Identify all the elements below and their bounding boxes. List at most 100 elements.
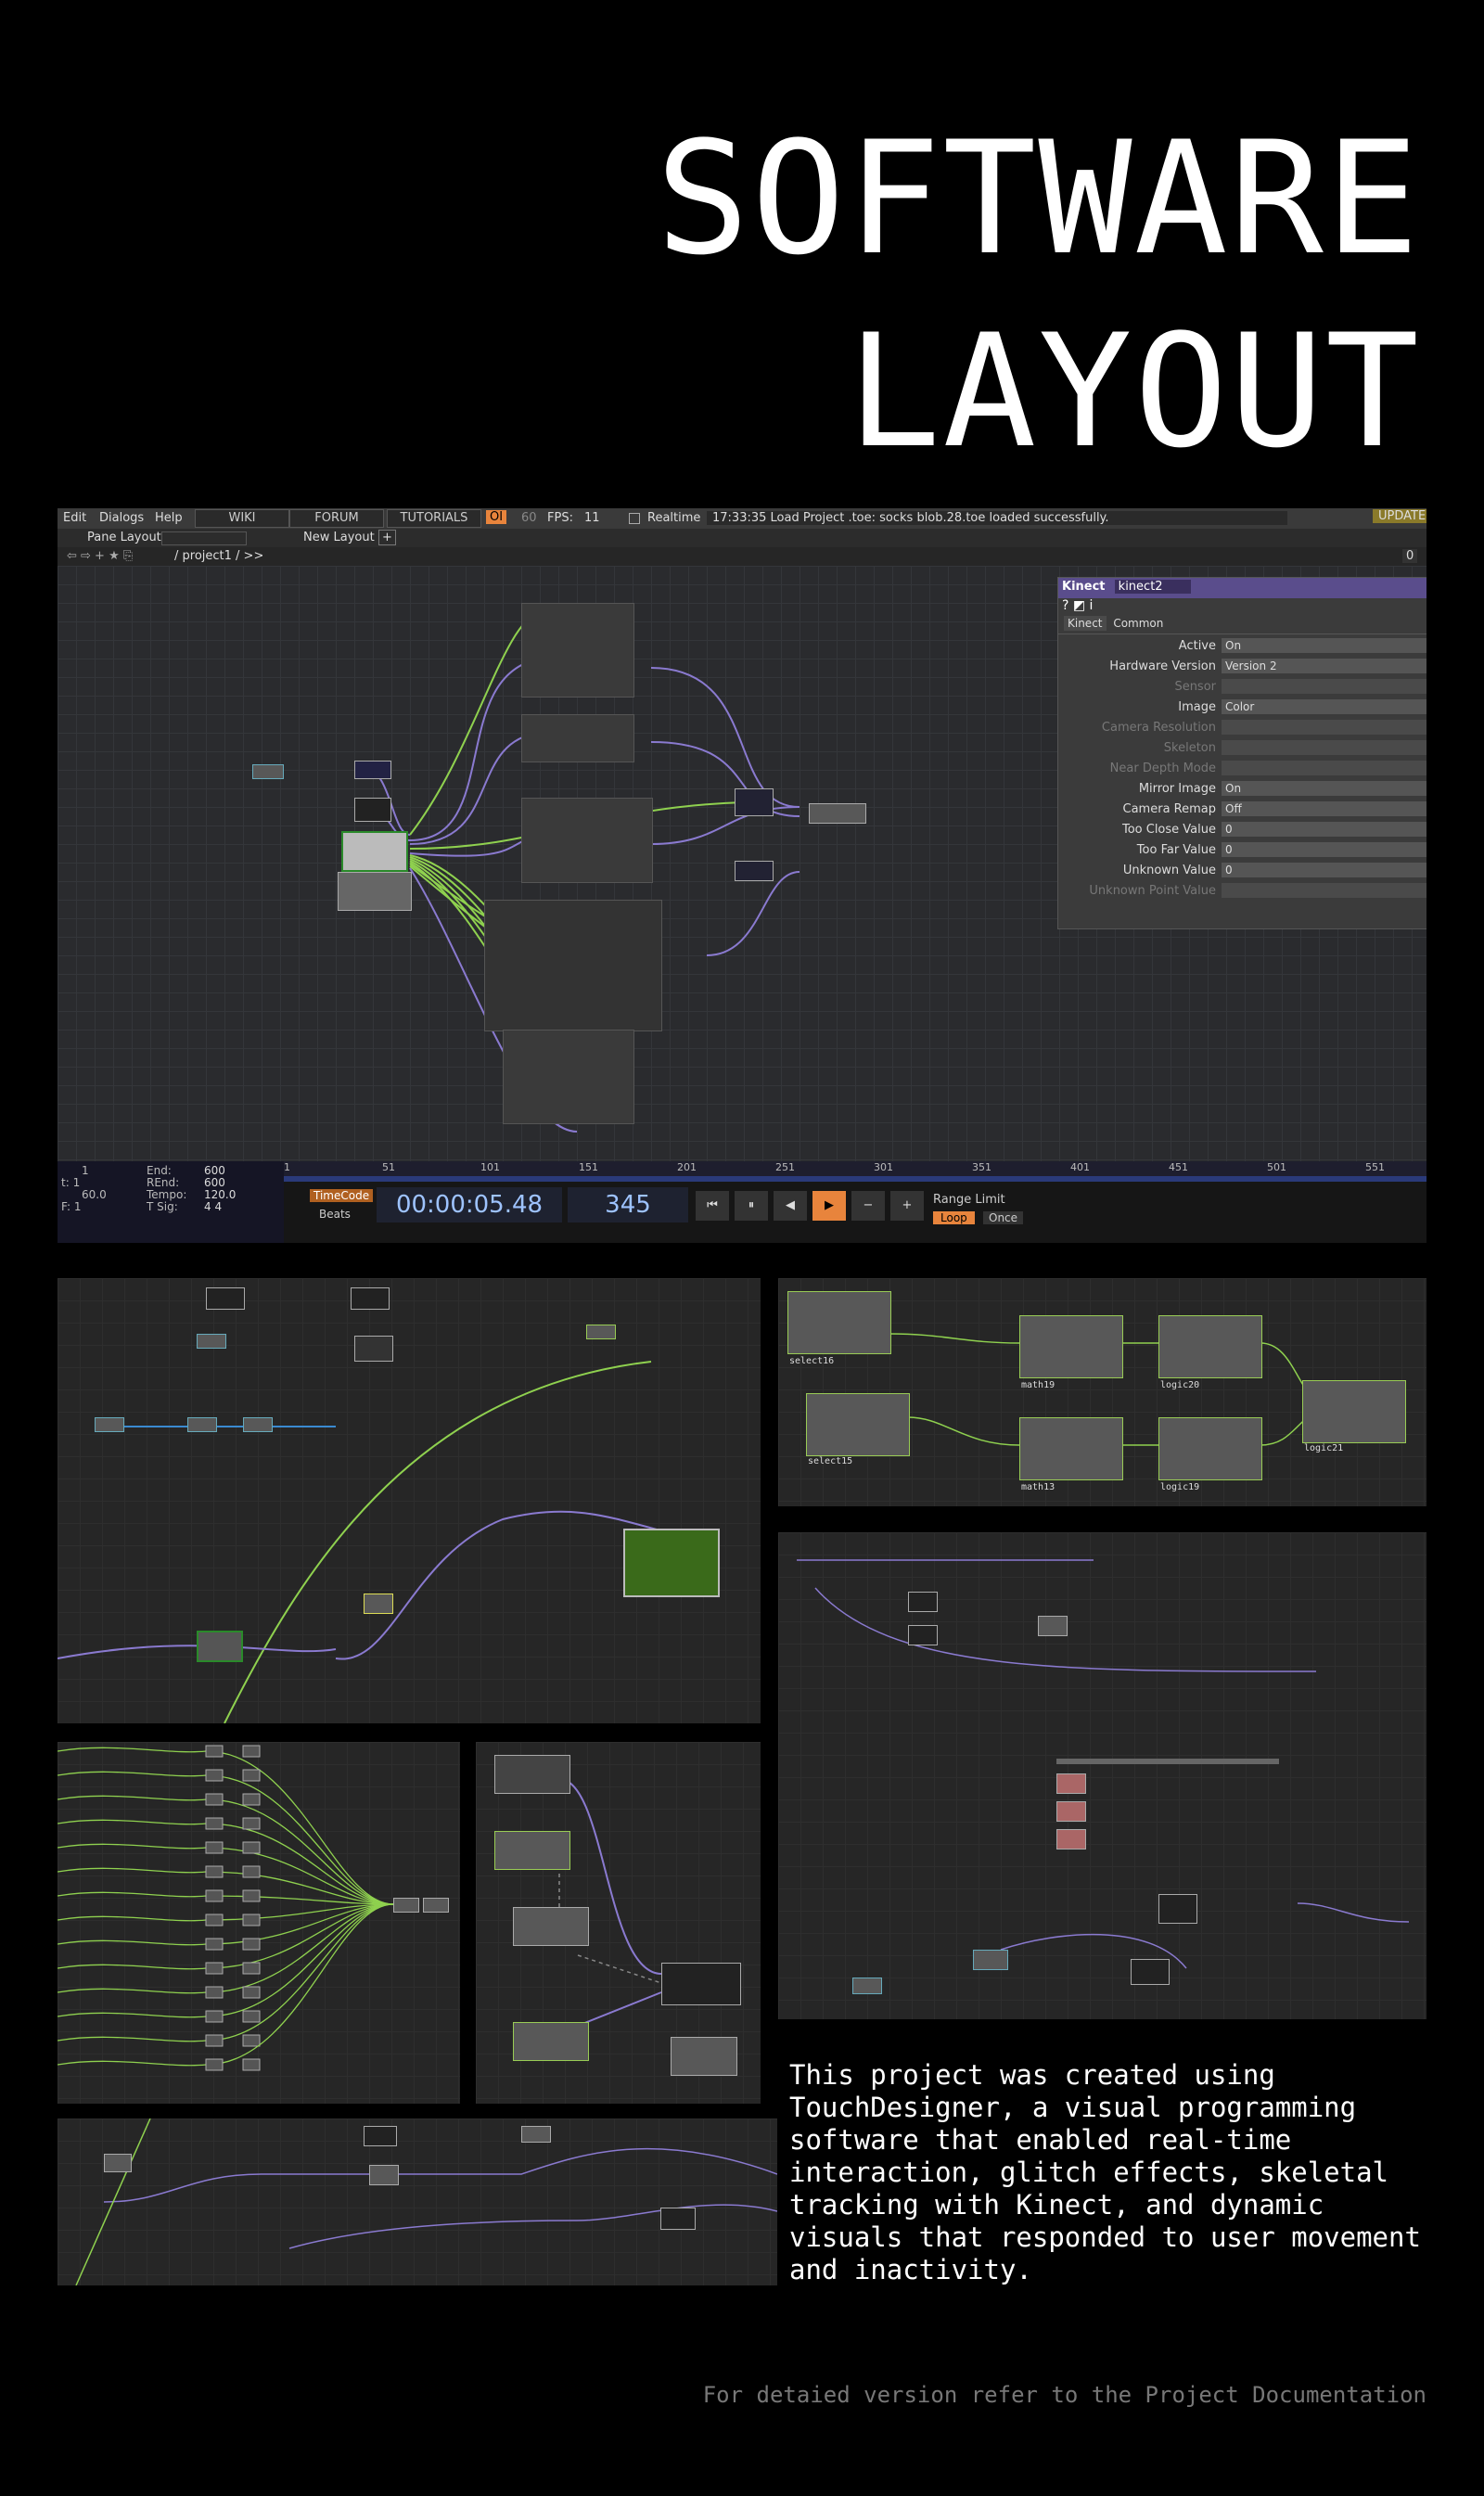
minus-button[interactable]: −: [851, 1191, 885, 1221]
logic19-node[interactable]: [1158, 1417, 1262, 1480]
network-node[interactable]: [908, 1592, 938, 1612]
network-node[interactable]: [243, 1417, 273, 1432]
network-node[interactable]: [338, 872, 412, 911]
param-value[interactable]: Off: [1222, 801, 1426, 816]
network-node[interactable]: [242, 1938, 261, 1951]
network-node[interactable]: [205, 1793, 224, 1806]
new-layout-button[interactable]: New Layout: [303, 531, 375, 544]
op-name-field[interactable]: kinect2: [1114, 580, 1191, 594]
node-cluster[interactable]: [521, 603, 634, 698]
timeline-range-bar[interactable]: [284, 1176, 1426, 1182]
param-value[interactable]: [1222, 883, 1426, 898]
network-node[interactable]: [205, 1889, 224, 1902]
network-node[interactable]: [205, 1938, 224, 1951]
param-value[interactable]: [1222, 679, 1426, 694]
select16-node[interactable]: [787, 1291, 891, 1354]
logic20-node[interactable]: [1158, 1315, 1262, 1378]
forum-button[interactable]: FORUM: [289, 509, 384, 528]
network-node[interactable]: [1056, 1773, 1086, 1794]
network-node[interactable]: [205, 1914, 224, 1926]
pane-layout-label[interactable]: Pane Layout: [87, 531, 161, 544]
logic21-node[interactable]: [1302, 1380, 1406, 1443]
network-node[interactable]: [1158, 1894, 1197, 1924]
timeline-ruler[interactable]: 1 51 101 151 201 251 301 351 401 451 501 551: [284, 1161, 1426, 1177]
select15-node[interactable]: [806, 1393, 910, 1456]
network-node[interactable]: [809, 803, 866, 824]
network-node[interactable]: [242, 2058, 261, 2071]
network-node[interactable]: [242, 1889, 261, 1902]
network-node[interactable]: [104, 2154, 132, 2172]
menu-dialogs[interactable]: Dialogs: [99, 511, 144, 525]
step-back-button[interactable]: ◀: [774, 1191, 807, 1221]
node-cluster[interactable]: [521, 714, 634, 762]
math13-node[interactable]: [1019, 1417, 1123, 1480]
network-node[interactable]: [242, 1986, 261, 1999]
tab-common[interactable]: Common: [1109, 616, 1167, 631]
param-value[interactable]: Color: [1222, 699, 1426, 714]
network-node[interactable]: [521, 2126, 551, 2143]
network-node[interactable]: [205, 1962, 224, 1975]
network-node[interactable]: [1056, 1829, 1086, 1850]
network-node[interactable]: [206, 1287, 245, 1310]
network-node[interactable]: [364, 2126, 397, 2146]
network-node[interactable]: [242, 1962, 261, 1975]
rewind-button[interactable]: ⏮: [696, 1191, 729, 1221]
network-node[interactable]: [1131, 1959, 1170, 1985]
network-node[interactable]: [205, 1817, 224, 1830]
nav-arrows-icon[interactable]: ⇦ ⇨ + ★ ⎘: [67, 549, 133, 563]
network-node[interactable]: [242, 1745, 261, 1758]
add-layout-button[interactable]: +: [378, 530, 396, 545]
node-cluster[interactable]: [503, 1030, 634, 1124]
network-node[interactable]: [242, 1914, 261, 1926]
param-value[interactable]: Version 2: [1222, 659, 1426, 673]
update-button[interactable]: UPDATE: [1373, 509, 1426, 523]
network-node[interactable]: [354, 761, 391, 779]
network-node[interactable]: [354, 1336, 393, 1362]
frame-display[interactable]: 345: [568, 1187, 688, 1222]
network-node[interactable]: [242, 2034, 261, 2047]
network-node[interactable]: [908, 1625, 938, 1645]
network-node[interactable]: [494, 1831, 570, 1870]
math19-node[interactable]: [1019, 1315, 1123, 1378]
loop-button[interactable]: Loop: [933, 1211, 975, 1224]
network-node[interactable]: [197, 1334, 226, 1349]
param-value[interactable]: On: [1222, 781, 1426, 796]
tutorials-button[interactable]: TUTORIALS: [387, 509, 481, 528]
network-node[interactable]: [354, 798, 391, 822]
network-node[interactable]: [661, 1963, 741, 2005]
network-node[interactable]: [205, 1986, 224, 1999]
node-cluster[interactable]: [521, 798, 653, 883]
pane-layout-icons[interactable]: [161, 531, 247, 545]
param-value[interactable]: 0: [1222, 842, 1426, 857]
param-value[interactable]: [1222, 740, 1426, 755]
network-node[interactable]: [423, 1898, 449, 1913]
network-node[interactable]: [586, 1325, 616, 1339]
network-node[interactable]: [252, 764, 284, 779]
network-node[interactable]: [369, 2165, 399, 2185]
timecode-button[interactable]: TimeCode: [310, 1189, 374, 1202]
network-node[interactable]: [393, 1898, 419, 1913]
network-node[interactable]: [242, 1841, 261, 1854]
network-node[interactable]: [242, 2010, 261, 2023]
network-node[interactable]: [852, 1978, 882, 1994]
beats-button[interactable]: Beats: [319, 1208, 351, 1221]
network-node[interactable]: [1056, 1801, 1086, 1822]
network-node[interactable]: [197, 1631, 243, 1662]
param-value[interactable]: 0: [1222, 822, 1426, 837]
pause-button[interactable]: ⏸: [735, 1191, 768, 1221]
plus-button[interactable]: +: [890, 1191, 924, 1221]
menu-help[interactable]: Help: [155, 511, 183, 525]
network-node[interactable]: [735, 788, 774, 816]
network-node[interactable]: [187, 1417, 217, 1432]
network-node[interactable]: [513, 2022, 589, 2061]
node-cluster[interactable]: [484, 900, 662, 1031]
network-node[interactable]: [351, 1287, 390, 1310]
network-node[interactable]: [205, 2034, 224, 2047]
param-value[interactable]: 0: [1222, 863, 1426, 877]
network-node[interactable]: [242, 1817, 261, 1830]
network-node[interactable]: [623, 1529, 720, 1597]
network-node[interactable]: [205, 1865, 224, 1878]
network-node[interactable]: [205, 2010, 224, 2023]
param-value[interactable]: [1222, 720, 1426, 735]
network-node[interactable]: [205, 1745, 224, 1758]
